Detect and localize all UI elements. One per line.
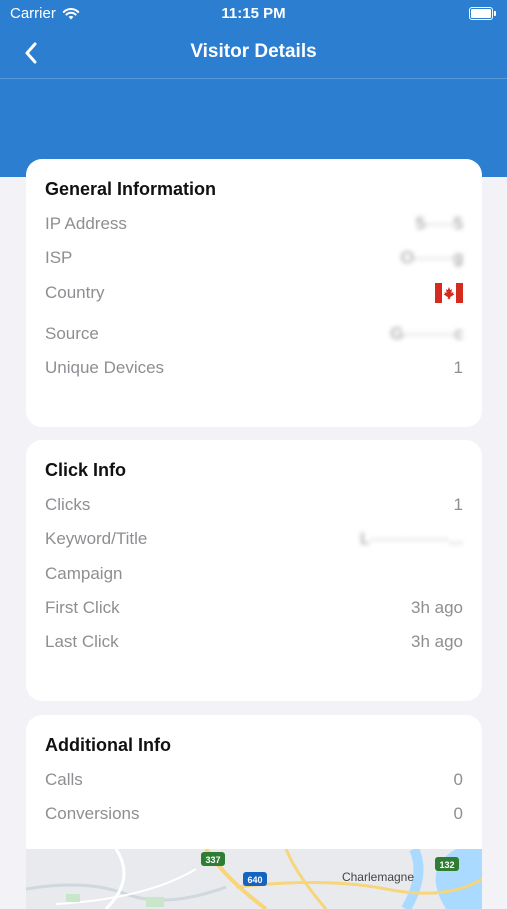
conversions-row: Conversions 0 xyxy=(45,802,463,826)
page-title: Visitor Details xyxy=(190,41,317,62)
card-title: Click Info xyxy=(45,460,127,480)
keyword-title-row: Keyword/Title L··············... xyxy=(45,527,463,551)
first-click-row: First Click 3h ago xyxy=(45,596,463,620)
row-value: 0 xyxy=(453,804,463,823)
row-label: IP Address xyxy=(45,214,127,233)
route-label: 132 xyxy=(439,860,454,870)
calls-row: Calls 0 xyxy=(45,768,463,792)
row-label: Unique Devices xyxy=(45,358,165,377)
country-row: Country xyxy=(45,281,463,305)
clicks-row: Clicks 1 xyxy=(45,493,463,517)
row-label: Calls xyxy=(45,770,83,789)
map-place-label: Charlemagne xyxy=(342,870,414,884)
row-value: 3h ago xyxy=(411,598,463,617)
last-click-row: Last Click 3h ago xyxy=(45,630,463,654)
status-bar: Carrier 11:15 PM xyxy=(0,0,507,28)
row-value: 3h ago xyxy=(411,632,463,651)
campaign-row: Campaign xyxy=(45,562,463,586)
row-label: Source xyxy=(45,324,99,343)
row-value: 1 xyxy=(453,495,463,514)
row-label: Campaign xyxy=(45,564,123,583)
route-label: 337 xyxy=(205,855,220,865)
card-title: General Information xyxy=(45,179,217,199)
row-label: Keyword/Title xyxy=(45,529,148,548)
row-label: First Click xyxy=(45,598,120,617)
isp-row: ISP O·······g xyxy=(45,246,463,270)
canada-flag-icon xyxy=(435,283,463,303)
nav-divider xyxy=(0,78,507,79)
status-time: 11:15 PM xyxy=(221,5,286,22)
click-info-card: Click Info Clicks 1 Keyword/Title L·····… xyxy=(26,440,482,701)
unique-devices-row: Unique Devices 1 xyxy=(45,356,463,380)
battery-icon xyxy=(469,7,496,20)
row-value: G·········c xyxy=(390,324,463,343)
navigation-bar: Visitor Details xyxy=(0,28,507,78)
row-value: O·······g xyxy=(400,248,463,267)
route-label: 640 xyxy=(247,875,262,885)
location-map[interactable]: 337 640 132 Charlemagne xyxy=(26,849,482,909)
row-value: 1 xyxy=(453,358,463,377)
card-title: Additional Info xyxy=(45,735,171,755)
general-information-card: General Information IP Address 5·····5 I… xyxy=(26,159,482,427)
row-label: Last Click xyxy=(45,632,119,651)
row-value: 0 xyxy=(453,770,463,789)
row-label: Country xyxy=(45,283,105,302)
source-row: Source G·········c xyxy=(45,322,463,346)
row-label: Clicks xyxy=(45,495,91,514)
additional-info-card: Additional Info Calls 0 Conversions 0 xyxy=(26,715,482,865)
row-label: Conversions xyxy=(45,804,140,823)
ip-address-row: IP Address 5·····5 xyxy=(45,212,463,236)
row-value: 5·····5 xyxy=(415,214,463,233)
row-value: L··············... xyxy=(360,529,463,548)
map-canvas: 337 640 132 Charlemagne xyxy=(26,849,482,909)
row-label: ISP xyxy=(45,248,73,267)
